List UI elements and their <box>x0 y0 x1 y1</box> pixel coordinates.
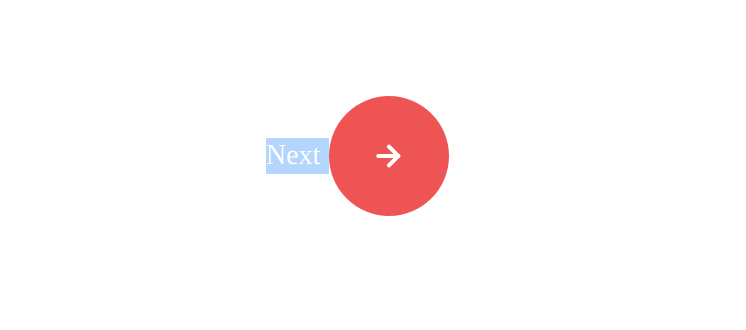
next-label: Next <box>266 138 329 174</box>
arrow-right-icon <box>373 140 405 172</box>
next-control[interactable]: Next <box>266 96 449 216</box>
next-button[interactable] <box>329 96 449 216</box>
